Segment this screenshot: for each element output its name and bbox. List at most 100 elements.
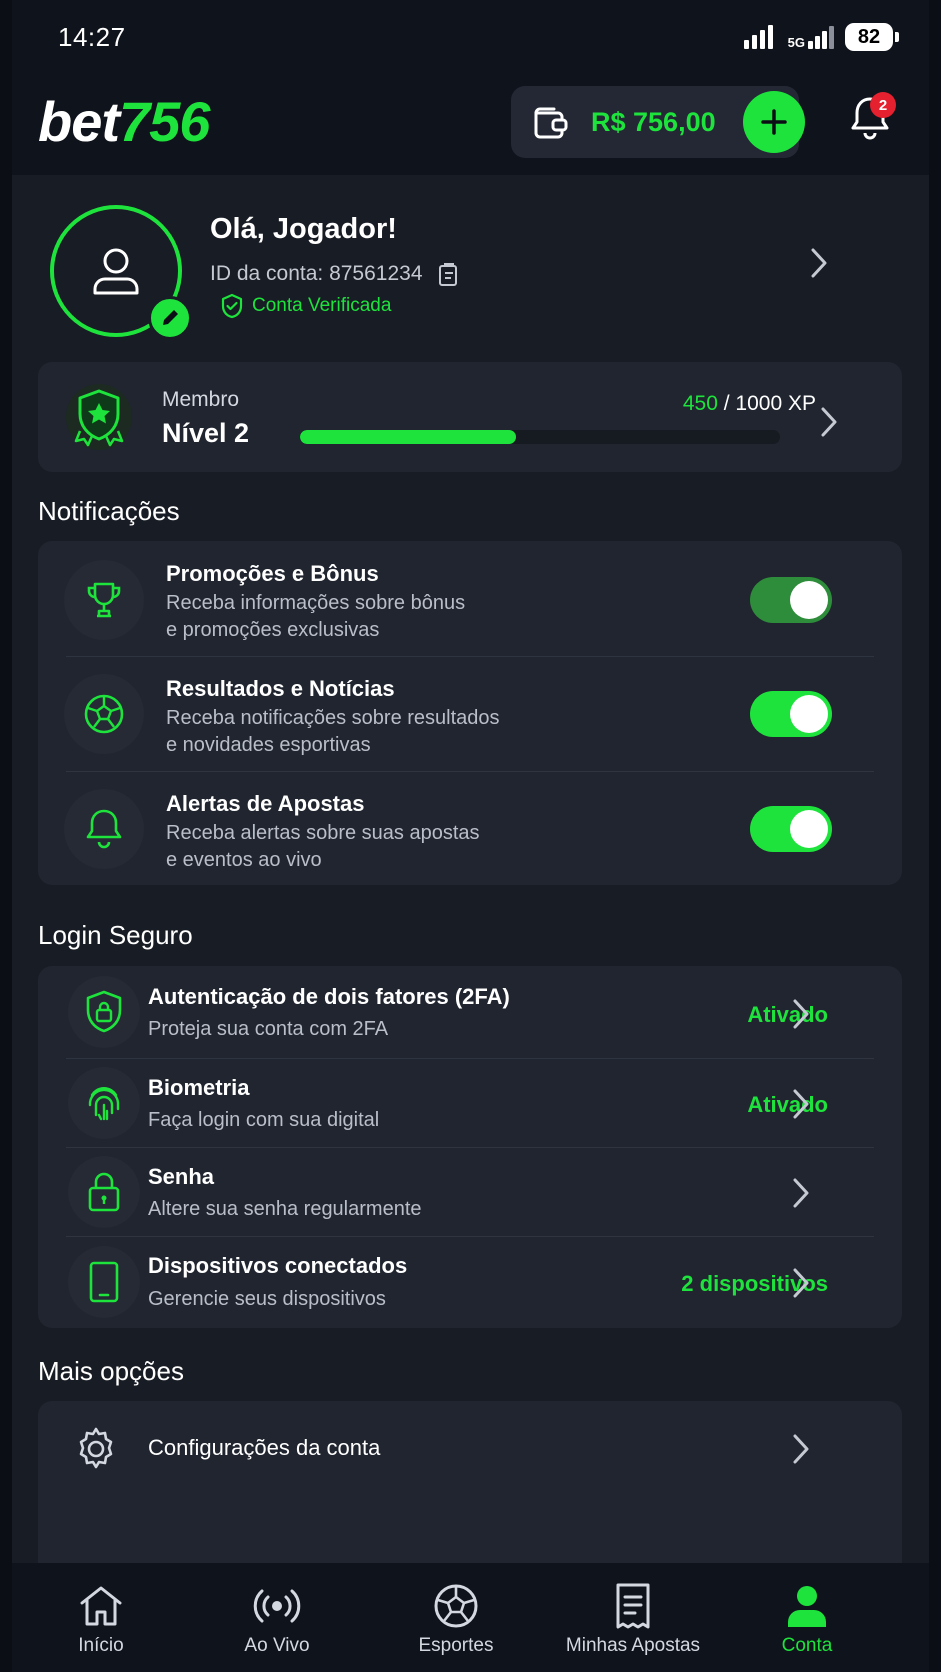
security-title: Senha — [148, 1164, 215, 1189]
trophy-icon-wrap — [64, 560, 144, 640]
notification-desc: Receba alertas sobre suas apostas e even… — [166, 820, 480, 874]
security-title: Biometria — [148, 1075, 250, 1100]
verified-status: Conta Verificada — [220, 293, 391, 319]
greeting-text: Olá, Jogador! — [210, 213, 397, 245]
notification-desc-line: e novidades esportivas — [166, 734, 371, 756]
gear-icon — [79, 1427, 113, 1469]
chevron-right-icon — [793, 1434, 809, 1464]
verified-text: Conta Verificada — [252, 295, 392, 316]
notification-desc-line: Receba informações sobre bônus — [166, 592, 466, 614]
chevron-right-icon — [821, 407, 837, 437]
toggle-promotions[interactable] — [750, 577, 832, 623]
home-icon — [80, 1586, 122, 1626]
fingerprint-icon-wrap — [68, 1067, 140, 1139]
notification-row-promotions: Promoções e Bônus Receba informações sob… — [38, 541, 902, 656]
pencil-icon — [163, 310, 178, 325]
soccer-ball-icon — [434, 1584, 478, 1628]
bottom-navigation: Início Ao Vivo Esportes Minhas Apostas C… — [12, 1563, 929, 1672]
chevron-right-icon — [793, 999, 809, 1029]
edit-avatar-button[interactable] — [148, 296, 192, 340]
security-card: Autenticação de dois fatores (2FA) Prote… — [38, 966, 902, 1328]
user-icon — [788, 1586, 826, 1627]
tablet-icon — [89, 1261, 119, 1303]
live-icon — [253, 1589, 301, 1623]
xp-counter: 450 / 1000 XP — [683, 392, 816, 416]
battery-tip — [895, 32, 899, 42]
toggle-knob — [790, 695, 828, 733]
notification-desc: Receba informações sobre bônus e promoçõ… — [166, 590, 465, 644]
user-icon — [93, 248, 139, 295]
notification-desc-line: e promoções exclusivas — [166, 619, 380, 641]
security-row-password[interactable]: Senha Altere sua senha regularmente — [38, 1147, 902, 1236]
lock-icon-wrap — [68, 1156, 140, 1228]
network-indicator: 5G — [788, 25, 835, 49]
status-icons: 5G 82 — [742, 22, 899, 52]
xp-current: 450 — [682, 392, 718, 415]
security-desc: Altere sua senha regularmente — [148, 1198, 422, 1220]
brand-logo[interactable]: bet756 — [38, 89, 210, 154]
soccer-ball-icon-wrap — [64, 674, 144, 754]
nav-my-bets[interactable]: Minhas Apostas — [548, 1581, 718, 1657]
logo-text-white: bet — [38, 90, 120, 153]
toggle-knob — [790, 810, 828, 848]
level-emblem — [66, 384, 132, 450]
xp-progress-fill — [300, 430, 516, 444]
shield-lock-icon — [86, 990, 122, 1033]
wallet-icon — [534, 107, 568, 139]
notifications-section-title: Notificações — [38, 496, 180, 526]
notification-desc-line: e eventos ao vivo — [166, 849, 322, 871]
logo-text-green: 756 — [119, 90, 210, 153]
notification-row-results: Resultados e Notícias Receba notificaçõe… — [38, 656, 902, 771]
security-status: Ativado — [747, 1002, 828, 1027]
more-row-account-settings[interactable]: Configurações da conta — [38, 1401, 902, 1497]
app-header: bet756 R$ 756,00 2 — [12, 75, 929, 175]
copy-icon[interactable] — [437, 261, 461, 287]
account-id-text: ID da conta: 87561234 — [210, 262, 423, 285]
security-desc: Proteja sua conta com 2FA — [148, 1018, 389, 1040]
shield-check-icon — [221, 293, 243, 319]
plus-icon — [761, 109, 787, 135]
wifi-signal-icon — [743, 25, 773, 49]
receipt-icon — [616, 1583, 650, 1629]
level-label: Membro — [162, 388, 240, 411]
soccer-ball-icon — [84, 694, 124, 734]
notification-desc: Receba notificações sobre resultados e n… — [166, 705, 500, 759]
battery-indicator: 82 — [845, 23, 893, 51]
toggle-results[interactable] — [750, 691, 832, 737]
cell-signal-icon — [808, 26, 834, 49]
level-value: Nível 2 — [162, 418, 250, 448]
notification-desc-line: Receba alertas sobre suas apostas — [166, 822, 480, 844]
trophy-icon — [87, 582, 121, 618]
nav-account[interactable]: Conta — [722, 1581, 892, 1657]
security-desc: Gerencie seus dispositivos — [148, 1288, 386, 1310]
nav-sports[interactable]: Esportes — [371, 1581, 541, 1657]
security-title: Autenticação de dois fatores (2FA) — [148, 984, 510, 1009]
security-status: Ativado — [747, 1092, 828, 1117]
level-badge-icon — [74, 389, 124, 447]
security-section-title: Login Seguro — [38, 920, 193, 950]
deposit-add-button[interactable] — [743, 91, 805, 153]
chevron-right-icon — [811, 248, 827, 278]
notification-desc-line: Receba notificações sobre resultados — [166, 707, 500, 729]
notification-row-bet-alerts: Alertas de Apostas Receba alertas sobre … — [38, 771, 902, 885]
nav-label: Esportes — [418, 1635, 494, 1656]
security-row-2fa[interactable]: Autenticação de dois fatores (2FA) Prote… — [38, 966, 902, 1058]
toggle-bet-alerts[interactable] — [750, 806, 832, 852]
chevron-right-icon — [793, 1178, 809, 1208]
nav-home[interactable]: Início — [16, 1581, 186, 1657]
status-time: 14:27 — [58, 22, 126, 52]
nav-label: Minhas Apostas — [565, 1635, 701, 1656]
more-options-section-title: Mais opções — [38, 1356, 184, 1386]
nav-live[interactable]: Ao Vivo — [192, 1581, 362, 1657]
status-bar: 14:27 5G 82 — [12, 0, 929, 75]
notification-title: Resultados e Notícias — [166, 676, 395, 701]
security-row-devices[interactable]: Dispositivos conectados Gerencie seus di… — [38, 1236, 902, 1328]
app-screen: 14:27 5G 82 bet756 R$ 756,00 2 Olá, Joga… — [12, 0, 929, 1672]
profile-summary[interactable]: Olá, Jogador! ID da conta: 87561234 Cont… — [12, 175, 929, 365]
more-options-card: Configurações da conta — [38, 1401, 902, 1563]
toggle-knob — [790, 581, 828, 619]
wallet-balance-button[interactable]: R$ 756,00 — [511, 86, 805, 158]
security-row-biometrics[interactable]: Biometria Faça login com sua digital Ati… — [38, 1058, 902, 1147]
network-type: 5G — [787, 35, 805, 50]
member-level-card[interactable]: Membro Nível 2 450 / 1000 XP — [38, 362, 902, 472]
